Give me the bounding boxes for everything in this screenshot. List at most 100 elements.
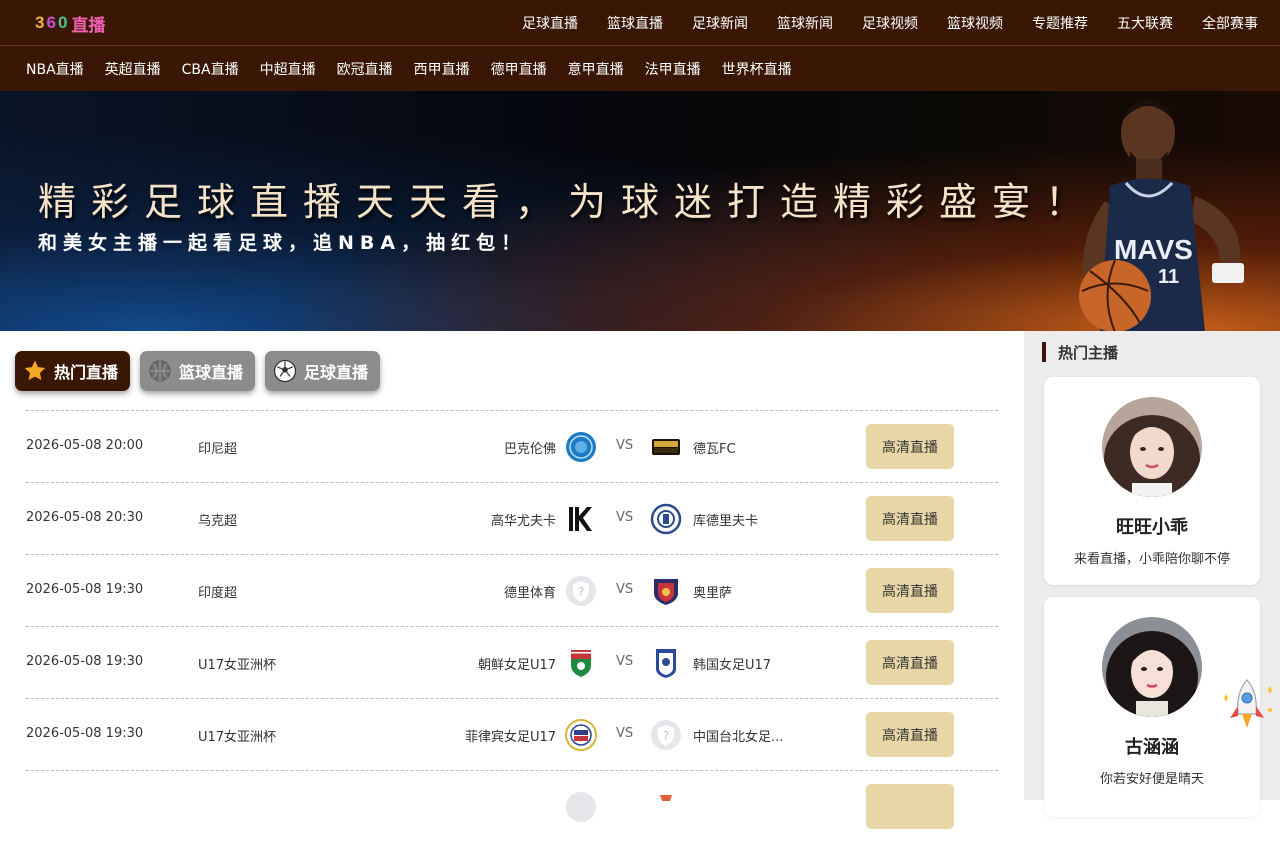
subnav-serie-a[interactable]: 意甲直播	[568, 59, 624, 79]
subnav-bundesliga[interactable]: 德甲直播	[491, 59, 547, 79]
home-team-name[interactable]: 巴克伦佛	[504, 438, 556, 457]
banner-title: 精彩足球直播天天看，为球迷打造精彩盛宴！	[38, 180, 1099, 224]
subnav-cba[interactable]: CBA直播	[182, 59, 239, 79]
match-row: 2026-05-08 19:30 印度超 德里体育 ? VS 奥里萨 高清直播	[26, 554, 998, 626]
tab-label: 足球直播	[304, 363, 369, 382]
logo-digit: 0	[57, 13, 70, 32]
home-team-logo-icon	[569, 507, 592, 531]
vs-label: VS	[616, 438, 634, 453]
match-row: 2026-05-08 20:30 乌克超 高华尤夫卡 VS 库德里夫卡 高清直播	[26, 482, 998, 554]
match-league[interactable]: U17女亚洲杯	[198, 654, 276, 673]
match-time: 2026-05-08 19:30	[26, 726, 144, 741]
vs-label: VS	[616, 510, 634, 525]
svg-text:11: 11	[1158, 266, 1179, 288]
nav-top-five-leagues[interactable]: 五大联赛	[1117, 13, 1173, 33]
hd-live-button[interactable]: 高清直播	[866, 712, 954, 757]
svg-text:?: ?	[663, 729, 669, 743]
home-team-logo-icon	[565, 719, 597, 751]
home-team-name[interactable]: 朝鲜女足U17	[478, 654, 556, 673]
anchor-name: 旺旺小乖	[1116, 517, 1188, 538]
vs-label: VS	[616, 654, 634, 669]
anchor-avatar	[1102, 397, 1202, 497]
hero-banner[interactable]: 精彩足球直播天天看，为球迷打造精彩盛宴！ 和美女主播一起看足球，追NBA，抽红包…	[0, 91, 1280, 331]
anchor-avatar	[1102, 617, 1202, 717]
nav-basketball-video[interactable]: 篮球视频	[947, 13, 1003, 33]
tab-label: 热门直播	[54, 363, 119, 382]
match-row	[26, 770, 998, 842]
away-team-logo-icon	[660, 795, 672, 801]
away-team-name[interactable]: 奥里萨	[693, 582, 732, 601]
subnav-world-cup[interactable]: 世界杯直播	[722, 59, 792, 79]
match-league[interactable]: 印度超	[198, 582, 237, 601]
nav-special-topics[interactable]: 专题推荐	[1032, 13, 1088, 33]
nav-football-video[interactable]: 足球视频	[862, 13, 918, 33]
vs-label: VS	[616, 582, 634, 597]
match-time: 2026-05-08 20:30	[26, 510, 144, 525]
vs-label: VS	[616, 726, 634, 741]
home-team-name[interactable]: 高华尤夫卡	[491, 510, 556, 529]
away-team-logo-icon	[656, 649, 676, 678]
nav-football-news[interactable]: 足球新闻	[692, 13, 748, 33]
subnav-laliga[interactable]: 西甲直播	[414, 59, 470, 79]
jersey-text: MAVS	[1114, 234, 1193, 265]
subnav-nba[interactable]: NBA直播	[26, 59, 84, 79]
heading-accent-bar	[1042, 342, 1046, 362]
hd-live-button[interactable]: 高清直播	[866, 640, 954, 685]
subnav-ligue1[interactable]: 法甲直播	[645, 59, 701, 79]
match-time: 2026-05-08 19:30	[26, 654, 144, 669]
away-team-name[interactable]: 中国台北女足...	[693, 726, 783, 745]
home-team-name[interactable]: 菲律宾女足U17	[465, 726, 556, 745]
league-subnav: NBA直播 英超直播 CBA直播 中超直播 欧冠直播 西甲直播 德甲直播 意甲直…	[0, 46, 1280, 91]
nav-all-events[interactable]: 全部赛事	[1202, 13, 1258, 33]
placeholder-crest-icon	[566, 792, 596, 822]
home-team-name[interactable]: 德里体育	[504, 582, 556, 601]
anchor-motto: 来看直播，小乖陪你聊不停	[1073, 552, 1230, 567]
soccer-ball-icon	[273, 359, 297, 383]
anchor-card[interactable]: 旺旺小乖 来看直播，小乖陪你聊不停	[1044, 377, 1260, 585]
hd-live-button[interactable]: 高清直播	[866, 496, 954, 541]
basketball-player-illustration: MAVS 11	[1079, 99, 1244, 331]
svg-text:?: ?	[578, 585, 584, 599]
hd-live-button[interactable]: 高清直播	[866, 568, 954, 613]
logo-digits: 360	[35, 13, 69, 33]
tab-football-live[interactable]: 足球直播	[265, 351, 381, 391]
nav-football-live[interactable]: 足球直播	[522, 13, 578, 33]
back-to-top-rocket-icon[interactable]	[1218, 676, 1276, 740]
away-team-name[interactable]: 韩国女足U17	[693, 654, 771, 673]
match-league[interactable]: 印尼超	[198, 438, 237, 457]
away-team-name[interactable]: 库德里夫卡	[693, 510, 758, 529]
placeholder-crest-icon: ?	[566, 576, 596, 606]
subnav-ucl[interactable]: 欧冠直播	[337, 59, 393, 79]
match-list: 2026-05-08 20:00 印尼超 巴克伦佛 VS 德瓦FC 高清直播 2…	[26, 410, 998, 842]
home-team-logo-icon	[566, 432, 596, 462]
hd-live-button[interactable]	[866, 784, 954, 829]
subnav-csl[interactable]: 中超直播	[260, 59, 316, 79]
home-team-logo-icon	[571, 650, 591, 677]
nav-basketball-live[interactable]: 篮球直播	[607, 13, 663, 33]
basketball-icon	[149, 360, 171, 382]
nav-basketball-news[interactable]: 篮球新闻	[777, 13, 833, 33]
tab-basketball-live[interactable]: 篮球直播	[140, 351, 256, 391]
logo-digit: 3	[35, 13, 47, 32]
site-logo[interactable]: 360 直播	[35, 11, 106, 36]
match-row: 2026-05-08 19:30 U17女亚洲杯 菲律宾女足U17 VS ? 中…	[26, 698, 998, 770]
star-icon	[24, 360, 46, 381]
category-tabs: 热门直播 篮球直播 足球直播	[15, 351, 390, 391]
sidebar-title: 热门主播	[1058, 343, 1119, 362]
away-team-name[interactable]: 德瓦FC	[693, 438, 736, 457]
tab-hot-live[interactable]: 热门直播	[15, 351, 131, 391]
subnav-premier-league[interactable]: 英超直播	[105, 59, 161, 79]
match-row: 2026-05-08 20:00 印尼超 巴克伦佛 VS 德瓦FC 高清直播	[26, 410, 998, 482]
tab-label: 篮球直播	[179, 363, 244, 382]
sidebar-heading: 热门主播	[1042, 342, 1118, 362]
match-league[interactable]: U17女亚洲杯	[198, 726, 276, 745]
away-team-logo-icon	[654, 579, 678, 605]
match-time: 2026-05-08 19:30	[26, 582, 144, 597]
top-header: 360 直播 足球直播 篮球直播 足球新闻 篮球新闻 足球视频 篮球视频 专题推…	[0, 0, 1280, 46]
hd-live-button[interactable]: 高清直播	[866, 424, 954, 469]
logo-digit: 6	[46, 13, 58, 32]
anchor-motto: 你若安好便是晴天	[1099, 772, 1204, 787]
match-league[interactable]: 乌克超	[198, 510, 237, 529]
logo-text: 直播	[71, 15, 106, 36]
banner-subtitle: 和美女主播一起看足球，追NBA，抽红包！	[38, 232, 527, 254]
